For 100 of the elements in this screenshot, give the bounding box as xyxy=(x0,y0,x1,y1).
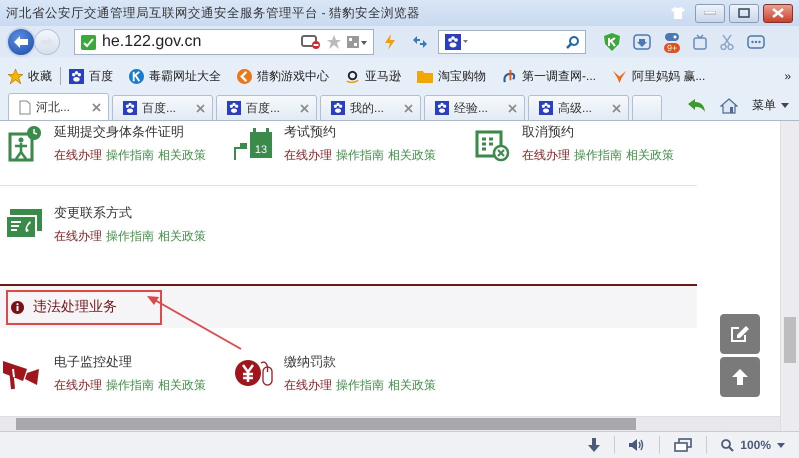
k-logo-icon xyxy=(129,68,144,84)
bookmark-link[interactable]: 毒霸网址大全 xyxy=(129,68,221,84)
vertical-scrollbar[interactable] xyxy=(780,121,799,431)
browser-tab[interactable]: 百度... xyxy=(216,95,317,120)
zoom-control[interactable]: 100% xyxy=(721,438,785,452)
service-link[interactable]: 在线办理 xyxy=(284,376,332,394)
maximize-icon xyxy=(738,8,750,18)
service-link[interactable]: 在线办理 xyxy=(522,147,570,164)
service-link[interactable]: 操作指南 xyxy=(336,147,384,164)
shield-icon[interactable] xyxy=(604,33,620,51)
close-icon[interactable] xyxy=(300,104,309,112)
download-arrow-icon[interactable] xyxy=(588,438,600,452)
service-title[interactable]: 缴纳罚款 xyxy=(284,352,436,370)
service-link[interactable]: 操作指南 xyxy=(574,147,622,164)
swirl-icon xyxy=(502,68,517,84)
download-icon[interactable] xyxy=(633,34,651,50)
close-icon[interactable] xyxy=(196,104,205,112)
star-icon xyxy=(8,68,23,84)
paw-icon xyxy=(227,101,241,115)
service-link[interactable]: 相关政策 xyxy=(158,228,206,245)
speaker-icon[interactable] xyxy=(629,438,646,452)
feedback-button[interactable] xyxy=(720,314,760,354)
service-link[interactable]: 操作指南 xyxy=(106,147,154,164)
service-title[interactable]: 延期提交身体条件证明 xyxy=(54,123,206,141)
browser-tab[interactable]: 百度... xyxy=(112,95,213,120)
service-link[interactable]: 在线办理 xyxy=(54,147,102,164)
gamepad-icon[interactable] xyxy=(664,32,680,42)
minimize-icon xyxy=(704,11,716,15)
tv-icon[interactable] xyxy=(693,34,708,50)
paw-icon xyxy=(539,101,553,115)
edit-icon xyxy=(730,325,750,343)
bookmark-link[interactable]: 百度 xyxy=(69,68,113,84)
service-link[interactable]: 操作指南 xyxy=(336,376,384,394)
service-link[interactable]: 在线办理 xyxy=(54,228,102,245)
close-button[interactable] xyxy=(763,4,793,22)
secure-check-icon xyxy=(81,34,96,50)
block-popup-icon[interactable] xyxy=(301,35,321,49)
more-icon[interactable] xyxy=(747,35,766,49)
service-link[interactable]: 操作指南 xyxy=(106,228,154,245)
paw-icon[interactable] xyxy=(445,34,469,50)
url-text: he.122.gov.cn xyxy=(102,33,202,51)
maximize-button[interactable] xyxy=(729,4,759,22)
back-button[interactable] xyxy=(6,27,36,57)
service-link[interactable]: 相关政策 xyxy=(388,376,436,394)
folder-icon xyxy=(417,69,433,83)
service-title[interactable]: 变更联系方式 xyxy=(54,204,206,222)
close-icon[interactable] xyxy=(404,104,413,112)
info-icon xyxy=(11,300,24,314)
service-link[interactable]: 操作指南 xyxy=(106,376,154,394)
address-field[interactable]: he.122.gov.cn xyxy=(74,29,374,55)
search-icon[interactable] xyxy=(566,36,579,48)
menu-button[interactable]: 菜单 xyxy=(752,97,789,114)
paw-icon xyxy=(69,68,84,84)
bookmarks-overflow-button[interactable]: » xyxy=(784,69,791,83)
service-link[interactable]: 相关政策 xyxy=(158,376,206,394)
bookmark-link[interactable]: 阿里妈妈 赢... xyxy=(612,68,706,84)
close-icon[interactable] xyxy=(508,104,517,112)
swap-arrows-icon[interactable] xyxy=(412,36,428,48)
service-link[interactable]: 相关政策 xyxy=(626,147,674,164)
bookmark-link[interactable]: 淘宝购物 xyxy=(417,68,486,84)
paw-icon xyxy=(123,101,137,115)
service-link[interactable]: 相关政策 xyxy=(158,147,206,164)
bookmark-link[interactable]: 亚马逊 xyxy=(345,68,401,84)
service-title[interactable]: 电子监控处理 xyxy=(54,352,206,370)
close-icon[interactable] xyxy=(92,102,101,112)
game-logo-icon xyxy=(237,68,252,84)
back-arrow-icon xyxy=(13,35,29,49)
home-icon[interactable] xyxy=(720,98,738,114)
bookmark-link[interactable]: 收藏 xyxy=(8,68,52,84)
windows-icon[interactable] xyxy=(674,438,692,452)
caret-icon xyxy=(777,442,785,448)
scissors-icon[interactable] xyxy=(720,34,734,50)
service-title[interactable]: 取消预约 xyxy=(522,123,674,141)
horizontal-scrollbar[interactable] xyxy=(0,416,780,431)
qr-code-icon[interactable] xyxy=(347,36,367,48)
bird-icon xyxy=(612,68,627,84)
service-link[interactable]: 在线办理 xyxy=(54,376,102,394)
browser-tab[interactable]: 经验... xyxy=(424,95,525,120)
section-title: 违法处理业务 xyxy=(33,298,117,316)
browser-tab[interactable]: 我的... xyxy=(320,95,421,120)
browser-tab[interactable]: 河北... xyxy=(8,93,109,120)
close-icon[interactable] xyxy=(612,104,621,112)
window-title: 河北省公安厅交通管理局互联网交通安全服务管理平台 - 猎豹安全浏览器 xyxy=(6,4,420,22)
close-icon xyxy=(772,8,784,18)
caret-icon xyxy=(781,103,789,108)
search-icon xyxy=(721,438,734,452)
bookmark-link[interactable]: 猎豹游戏中心 xyxy=(237,68,329,84)
service-link[interactable]: 相关政策 xyxy=(388,147,436,164)
star-icon[interactable] xyxy=(327,35,341,49)
up-arrow-icon xyxy=(731,368,749,386)
service-link[interactable]: 在线办理 xyxy=(284,147,332,164)
search-field[interactable] xyxy=(438,30,586,54)
bookmark-link[interactable]: 第一调查网-... xyxy=(502,68,596,84)
notification-badge: 9+ xyxy=(664,42,680,52)
service-title[interactable]: 考试预约 xyxy=(284,123,436,141)
page-icon xyxy=(19,100,31,114)
browser-tab[interactable]: 高级... xyxy=(528,95,629,120)
back-to-top-button[interactable] xyxy=(720,357,760,397)
undo-arrow-icon[interactable] xyxy=(688,98,706,112)
paw-icon xyxy=(435,101,449,115)
